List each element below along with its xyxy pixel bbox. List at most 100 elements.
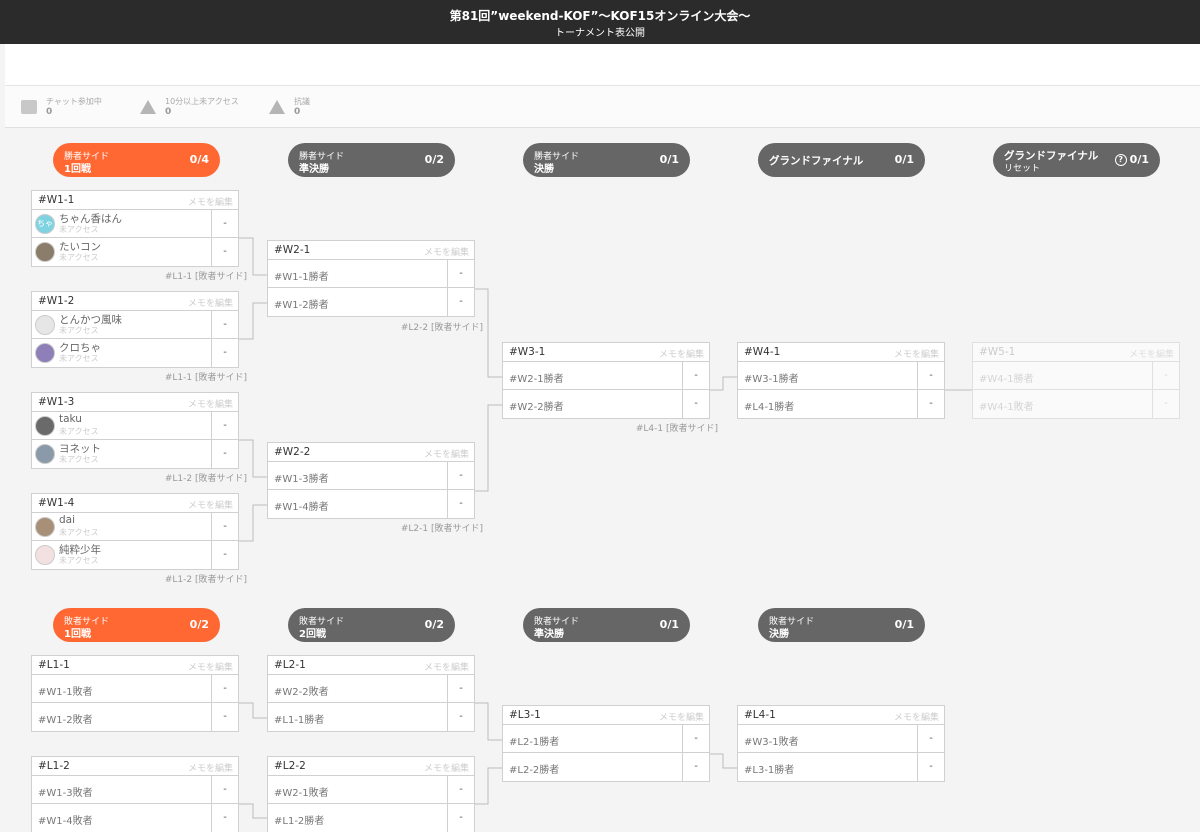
- match-card-w1-1[interactable]: #W1-1 メモを編集 ちゃ ちゃん香はん 未アクセス - たいコン 未アクセス …: [31, 190, 239, 267]
- edit-memo-link[interactable]: メモを編集: [188, 498, 233, 511]
- edit-memo-link[interactable]: メモを編集: [659, 347, 704, 360]
- edit-memo-link[interactable]: メモを編集: [188, 660, 233, 673]
- score-cell[interactable]: -: [211, 703, 238, 731]
- avatar: [35, 315, 55, 335]
- score-cell[interactable]: -: [682, 390, 709, 418]
- score-cell[interactable]: -: [1152, 390, 1179, 418]
- match-slot[interactable]: #L1-2勝者 -: [268, 804, 474, 832]
- match-slot[interactable]: #W2-2敗者 -: [268, 675, 474, 703]
- match-card-w5-1[interactable]: #W5-1 メモを編集 #W4-1勝者 - #W4-1敗者 -: [972, 342, 1180, 419]
- player-status: 未アクセス: [59, 455, 99, 464]
- match-id: #L3-1: [509, 709, 541, 721]
- match-slot[interactable]: #W2-1敗者 -: [268, 776, 474, 804]
- bracket-matches: #W1-1 メモを編集 ちゃ ちゃん香はん 未アクセス - たいコン 未アクセス …: [0, 0, 1200, 832]
- match-slot[interactable]: #L3-1勝者 -: [738, 753, 944, 781]
- match-id: #W4-1: [744, 346, 781, 358]
- score-cell[interactable]: -: [211, 238, 238, 266]
- player-name: dai: [59, 514, 76, 526]
- match-card-w1-4[interactable]: #W1-4 メモを編集 dai 未アクセス - 純粋少年 未アクセス -: [31, 493, 239, 570]
- edit-memo-link[interactable]: メモを編集: [424, 761, 469, 774]
- score-cell[interactable]: -: [1152, 362, 1179, 390]
- match-slot[interactable]: ちゃ ちゃん香はん 未アクセス -: [32, 210, 238, 238]
- match-slot[interactable]: dai 未アクセス -: [32, 513, 238, 541]
- avatar: [35, 343, 55, 363]
- score-cell[interactable]: -: [211, 675, 238, 703]
- score-cell[interactable]: -: [211, 210, 238, 238]
- edit-memo-link[interactable]: メモを編集: [659, 710, 704, 723]
- edit-memo-link[interactable]: メモを編集: [188, 397, 233, 410]
- match-slot[interactable]: #W2-1勝者 -: [503, 362, 709, 390]
- edit-memo-link[interactable]: メモを編集: [894, 347, 939, 360]
- match-slot[interactable]: #L2-2勝者 -: [503, 753, 709, 781]
- match-slot[interactable]: #W2-2勝者 -: [503, 390, 709, 418]
- match-slot[interactable]: #W1-4敗者 -: [32, 804, 238, 832]
- edit-memo-link[interactable]: メモを編集: [894, 710, 939, 723]
- match-card-w2-2[interactable]: #W2-2 メモを編集 #W1-3勝者 - #W1-4勝者 -: [267, 442, 475, 519]
- score-cell[interactable]: -: [682, 362, 709, 390]
- match-card-l2-2[interactable]: #L2-2 メモを編集 #W2-1敗者 - #L1-2勝者 -: [267, 756, 475, 832]
- match-slot[interactable]: クロちゃ 未アクセス -: [32, 339, 238, 367]
- match-card-l1-2[interactable]: #L1-2 メモを編集 #W1-3敗者 - #W1-4敗者 -: [31, 756, 239, 832]
- slot-placeholder: #W1-1敗者: [38, 687, 93, 698]
- match-card-w1-3[interactable]: #W1-3 メモを編集 taku 未アクセス - ヨネット 未アクセス -: [31, 392, 239, 469]
- match-slot[interactable]: #W3-1勝者 -: [738, 362, 944, 390]
- edit-memo-link[interactable]: メモを編集: [424, 660, 469, 673]
- match-slot[interactable]: #W1-3勝者 -: [268, 462, 474, 490]
- score-cell[interactable]: -: [917, 390, 944, 418]
- score-cell[interactable]: -: [447, 675, 474, 703]
- edit-memo-link[interactable]: メモを編集: [188, 195, 233, 208]
- score-cell[interactable]: -: [447, 804, 474, 832]
- match-slot[interactable]: #W1-1勝者 -: [268, 260, 474, 288]
- edit-memo-link[interactable]: メモを編集: [424, 245, 469, 258]
- edit-memo-link[interactable]: メモを編集: [1129, 347, 1174, 360]
- match-slot[interactable]: #W1-1敗者 -: [32, 675, 238, 703]
- edit-memo-link[interactable]: メモを編集: [188, 296, 233, 309]
- score-cell[interactable]: -: [447, 260, 474, 288]
- match-id: #W1-3: [38, 396, 75, 408]
- edit-memo-link[interactable]: メモを編集: [424, 447, 469, 460]
- score-cell[interactable]: -: [682, 725, 709, 753]
- score-cell[interactable]: -: [447, 490, 474, 518]
- score-cell[interactable]: -: [211, 311, 238, 339]
- match-slot[interactable]: とんかつ風味 未アクセス -: [32, 311, 238, 339]
- match-card-l4-1[interactable]: #L4-1 メモを編集 #W3-1敗者 - #L3-1勝者 -: [737, 705, 945, 782]
- edit-memo-link[interactable]: メモを編集: [188, 761, 233, 774]
- match-slot[interactable]: #W4-1勝者 -: [973, 362, 1179, 390]
- score-cell[interactable]: -: [917, 753, 944, 781]
- score-cell[interactable]: -: [211, 339, 238, 367]
- match-slot[interactable]: #W4-1敗者 -: [973, 390, 1179, 418]
- score-cell[interactable]: -: [211, 776, 238, 804]
- score-cell[interactable]: -: [447, 288, 474, 316]
- match-card-l3-1[interactable]: #L3-1 メモを編集 #L2-1勝者 - #L2-2勝者 -: [502, 705, 710, 782]
- score-cell[interactable]: -: [682, 753, 709, 781]
- match-slot[interactable]: #L4-1勝者 -: [738, 390, 944, 418]
- match-slot[interactable]: #W1-2敗者 -: [32, 703, 238, 731]
- match-slot[interactable]: #W1-3敗者 -: [32, 776, 238, 804]
- match-slot[interactable]: #W3-1敗者 -: [738, 725, 944, 753]
- match-slot[interactable]: #L1-1勝者 -: [268, 703, 474, 731]
- match-slot[interactable]: taku 未アクセス -: [32, 412, 238, 440]
- score-cell[interactable]: -: [447, 462, 474, 490]
- match-card-l1-1[interactable]: #L1-1 メモを編集 #W1-1敗者 - #W1-2敗者 -: [31, 655, 239, 732]
- match-slot[interactable]: たいコン 未アクセス -: [32, 238, 238, 266]
- match-card-w1-2[interactable]: #W1-2 メモを編集 とんかつ風味 未アクセス - クロちゃ 未アクセス -: [31, 291, 239, 368]
- match-card-w3-1[interactable]: #W3-1 メモを編集 #W2-1勝者 - #W2-2勝者 -: [502, 342, 710, 419]
- score-cell[interactable]: -: [211, 804, 238, 832]
- match-slot[interactable]: #L2-1勝者 -: [503, 725, 709, 753]
- match-slot[interactable]: #W1-2勝者 -: [268, 288, 474, 316]
- score-cell[interactable]: -: [917, 362, 944, 390]
- match-slot[interactable]: ヨネット 未アクセス -: [32, 440, 238, 468]
- match-slot[interactable]: #W1-4勝者 -: [268, 490, 474, 518]
- slot-placeholder: #W1-2勝者: [274, 300, 329, 311]
- score-cell[interactable]: -: [211, 513, 238, 541]
- score-cell[interactable]: -: [211, 412, 238, 440]
- score-cell[interactable]: -: [447, 703, 474, 731]
- match-slot[interactable]: 純粋少年 未アクセス -: [32, 541, 238, 569]
- score-cell[interactable]: -: [447, 776, 474, 804]
- match-card-w4-1[interactable]: #W4-1 メモを編集 #W3-1勝者 - #L4-1勝者 -: [737, 342, 945, 419]
- match-card-w2-1[interactable]: #W2-1 メモを編集 #W1-1勝者 - #W1-2勝者 -: [267, 240, 475, 317]
- score-cell[interactable]: -: [211, 541, 238, 569]
- match-card-l2-1[interactable]: #L2-1 メモを編集 #W2-2敗者 - #L1-1勝者 -: [267, 655, 475, 732]
- score-cell[interactable]: -: [211, 440, 238, 468]
- score-cell[interactable]: -: [917, 725, 944, 753]
